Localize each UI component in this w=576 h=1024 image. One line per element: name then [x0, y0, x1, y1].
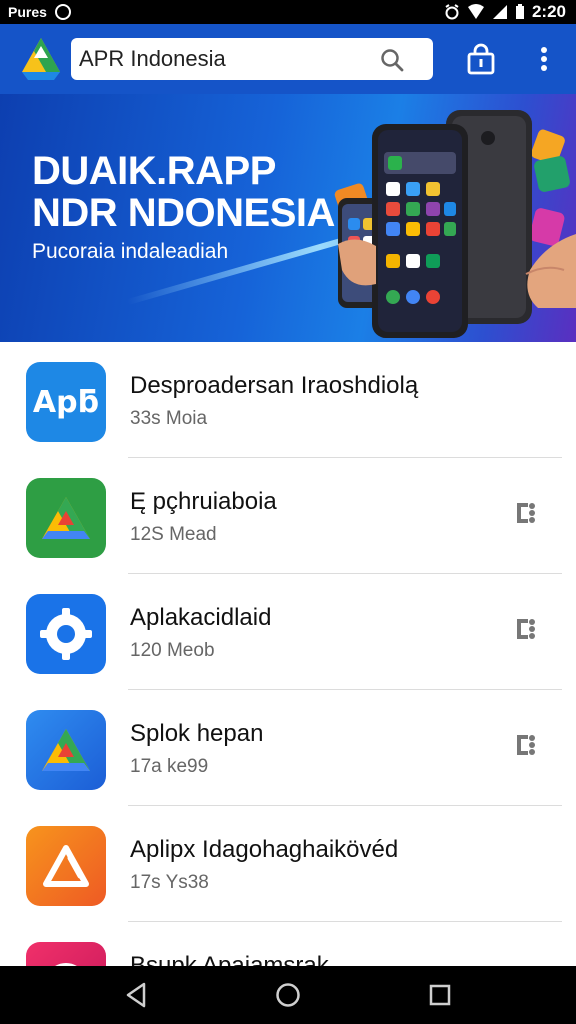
status-bar: Pures 2:20	[0, 0, 576, 24]
app-bar: APR Indonesia	[0, 24, 576, 94]
app-subtitle: 17a ke99	[130, 756, 209, 777]
shopping-bag-icon[interactable]	[466, 43, 496, 75]
banner-subtitle: Pucoraia indaleadiah	[32, 240, 229, 263]
clock-time: 2:20	[531, 2, 566, 21]
overflow-menu-icon[interactable]	[534, 44, 554, 74]
ring-icon	[26, 942, 106, 966]
list-item[interactable]: Splok hepan 17a ke99	[0, 690, 576, 806]
search-field[interactable]: APR Indonesia	[71, 38, 433, 80]
drive-triangle-icon	[26, 478, 106, 558]
carrier-label: Pures	[8, 4, 47, 20]
signal-icon	[492, 5, 507, 19]
system-nav-bar	[0, 966, 576, 1024]
apk-icon: Apƃ	[26, 362, 106, 442]
list-item[interactable]: Ę pçhruiaboia 12S Mead	[0, 458, 576, 574]
phones-illustration	[334, 110, 576, 338]
app-title: Aplipx Idagohaghaikövéd	[130, 836, 399, 863]
download-action-icon[interactable]	[514, 498, 538, 528]
app-logo-icon[interactable]	[20, 36, 62, 82]
app-subtitle: 17s Ys38	[130, 872, 209, 893]
download-action-icon[interactable]	[514, 614, 538, 644]
app-subtitle: 33s Moia	[130, 408, 208, 429]
back-icon[interactable]	[124, 982, 148, 1008]
banner-title: DUAIK.RAPP NDR NDONESIA	[32, 149, 335, 235]
download-action-icon[interactable]	[514, 730, 538, 760]
list-item[interactable]: Bsupk Apaiamsrak	[0, 922, 576, 966]
app-title: Desproadersan Iraoshdiolą	[130, 372, 419, 399]
notification-ring-icon	[54, 4, 71, 20]
list-item[interactable]: Aplakacidlaid 120 Meob	[0, 574, 576, 690]
list-item[interactable]: Aplipx Idagohaghaikövéd 17s Ys38	[0, 806, 576, 922]
app-title: Ę pçhruiaboia	[130, 488, 277, 515]
app-subtitle: 120 Meob	[130, 640, 215, 661]
recents-icon[interactable]	[428, 983, 452, 1007]
app-title: Bsupk Apaiamsrak	[130, 952, 329, 966]
home-icon[interactable]	[275, 982, 301, 1008]
gear-icon	[26, 594, 106, 674]
wifi-icon	[467, 4, 484, 19]
battery-icon	[515, 4, 524, 19]
triangle-outline-icon	[26, 826, 106, 906]
app-list: Apƃ Desproadersan Iraoshdiolą 33s Moia Ę…	[0, 342, 576, 966]
alarm-icon	[445, 4, 459, 20]
app-title: Splok hepan	[130, 720, 264, 747]
app-title: Aplakacidlaid	[130, 604, 272, 631]
drive-triangle-icon	[26, 710, 106, 790]
search-icon[interactable]	[379, 47, 405, 73]
promo-banner[interactable]: DUAIK.RAPP NDR NDONESIA Pucoraia indalea…	[0, 94, 576, 342]
app-subtitle: 12S Mead	[130, 524, 217, 545]
list-item[interactable]: Apƃ Desproadersan Iraoshdiolą 33s Moia	[0, 342, 576, 458]
